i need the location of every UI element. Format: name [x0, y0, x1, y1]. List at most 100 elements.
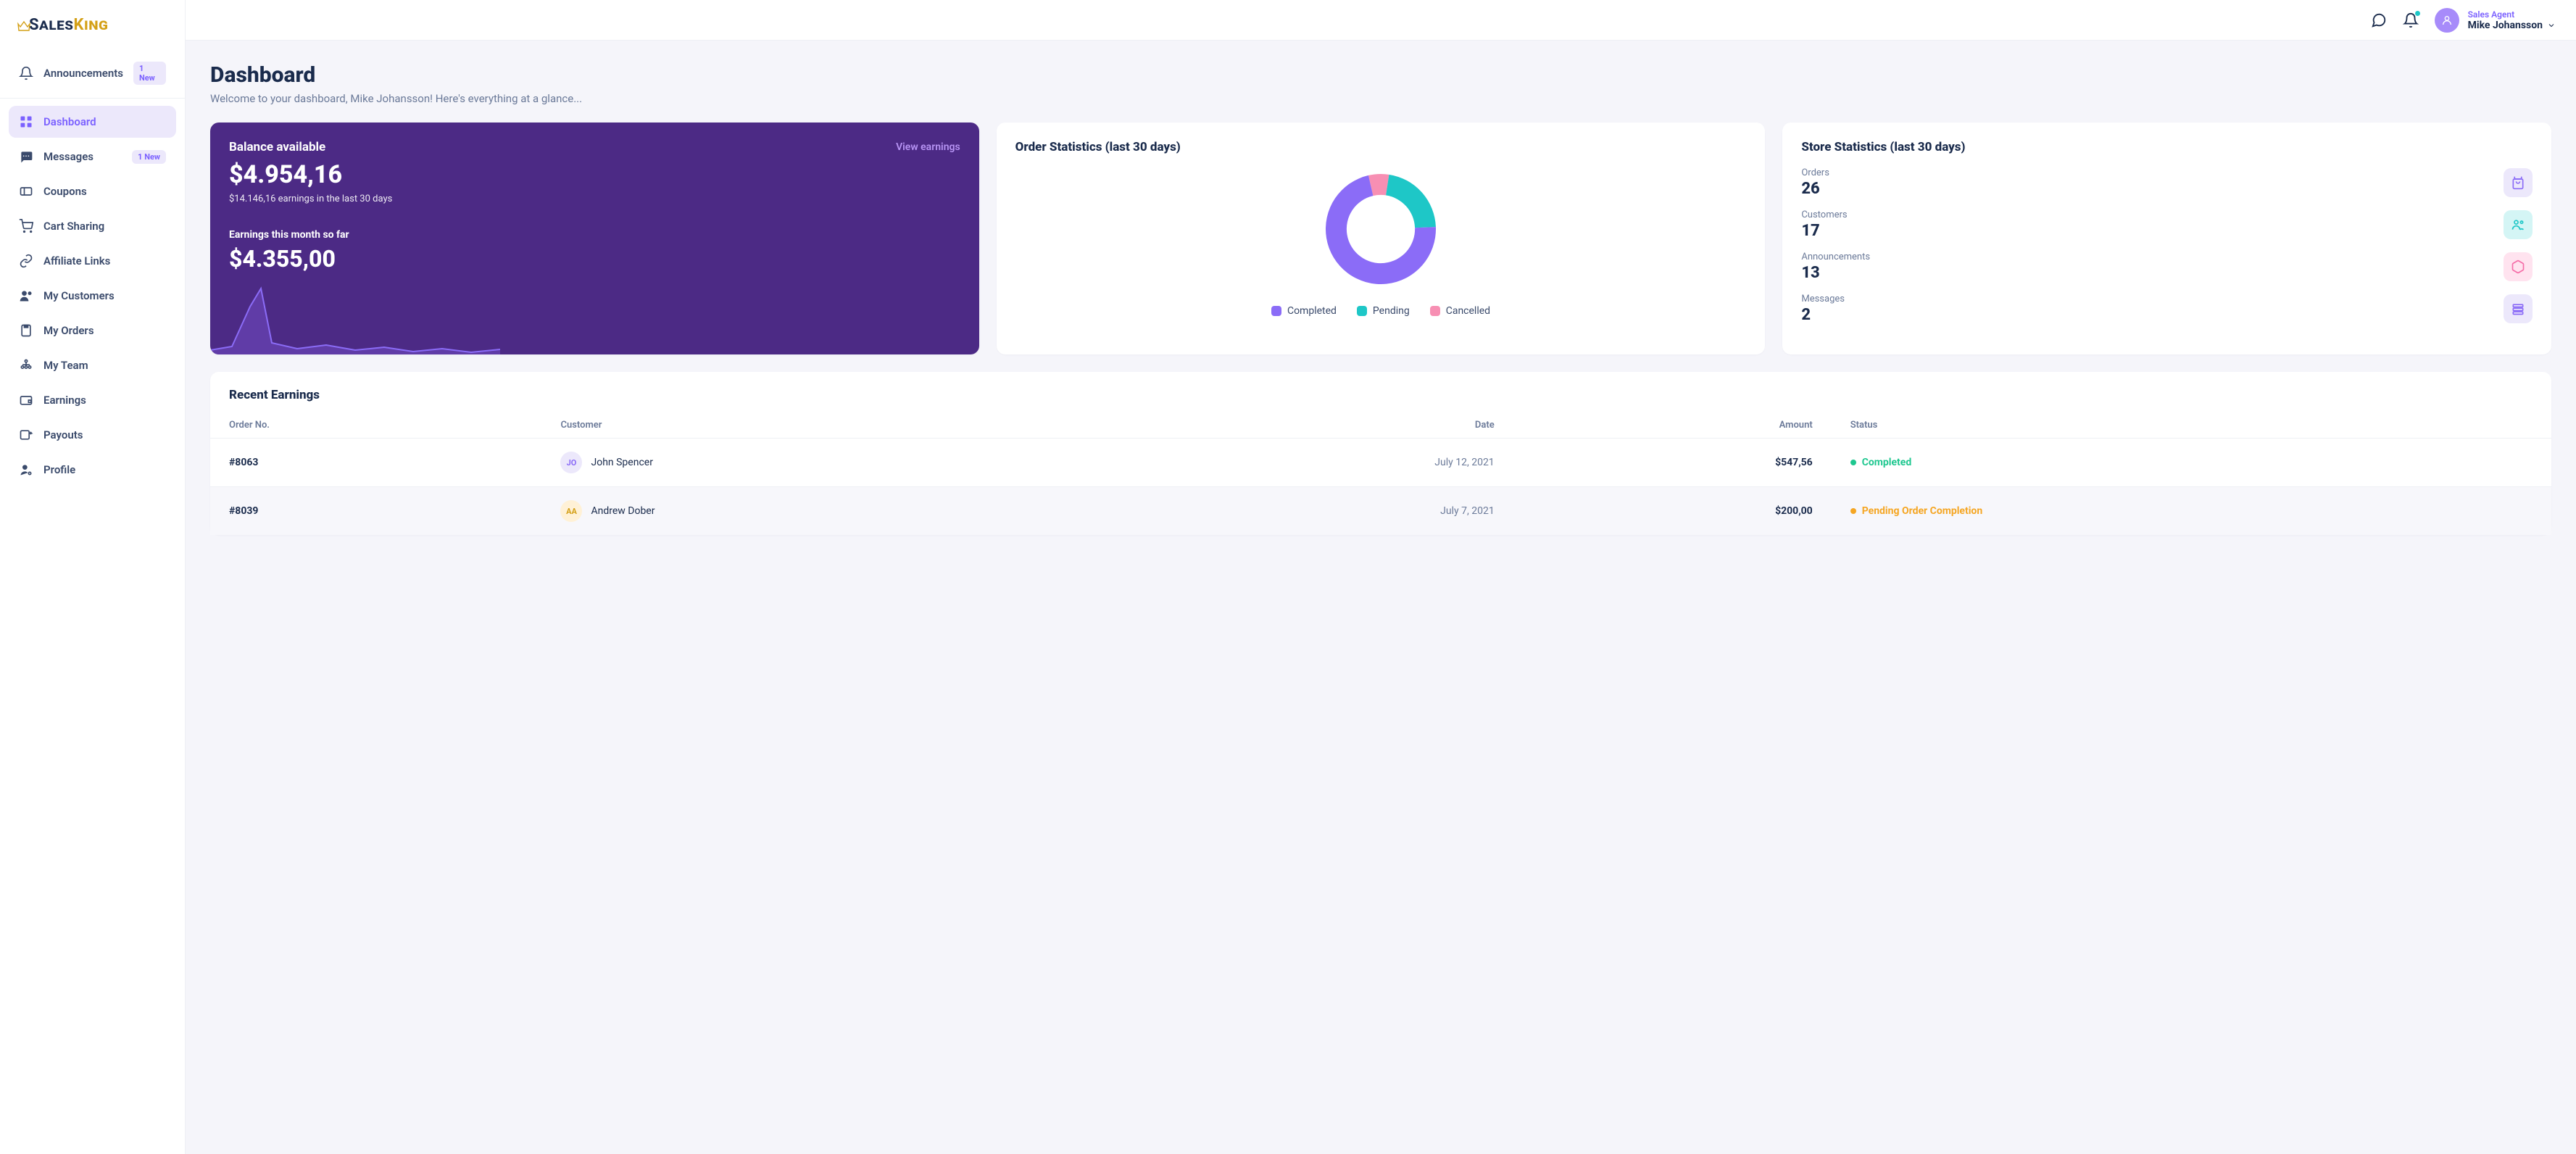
legend-completed: Completed	[1271, 305, 1337, 317]
cart-icon	[19, 219, 33, 233]
sidebar-item-earnings[interactable]: Earnings	[9, 384, 176, 416]
donut-legend: Completed Pending Cancelled	[1271, 305, 1490, 317]
list-icon	[2504, 294, 2533, 323]
avatar-icon	[2435, 8, 2459, 33]
dashboard-cards-row: Balance available View earnings $4.954,1…	[210, 123, 2551, 354]
store-stats-card: Store Statistics (last 30 days) Orders26…	[1782, 123, 2551, 354]
notification-dot-icon	[2415, 11, 2420, 16]
store-stat-row: Orders26	[1801, 167, 2533, 198]
grid-icon	[19, 115, 33, 129]
col-date: Date	[1100, 412, 1513, 439]
sidebar-item-my-customers[interactable]: My Customers	[9, 280, 176, 312]
balance-card: Balance available View earnings $4.954,1…	[210, 123, 979, 354]
ticket-icon	[19, 184, 33, 199]
status-dot-icon	[1850, 508, 1856, 514]
chat-icon	[19, 149, 33, 164]
col-status: Status	[1832, 412, 2551, 439]
month-earnings-amount: $4.355,00	[229, 245, 960, 273]
sidebar-item-label: Dashboard	[43, 115, 96, 128]
balance-amount: $4.954,16	[229, 160, 960, 189]
sidebar-badge: 1 New	[132, 150, 166, 164]
status-label: Completed	[1862, 457, 1912, 468]
topbar: Sales Agent Mike Johansson	[186, 0, 2576, 41]
page-title: Dashboard	[210, 62, 2551, 88]
balance-subtext: $14.146,16 earnings in the last 30 days	[229, 194, 960, 204]
cell-status: Completed	[1832, 439, 2551, 487]
sidebar-item-label: My Team	[43, 359, 88, 372]
cell-amount: $200,00	[1513, 487, 1832, 536]
sidebar-item-label: Earnings	[43, 394, 86, 407]
wallet-icon	[19, 393, 33, 407]
stat-value: 17	[1801, 222, 1847, 240]
crown-icon	[17, 21, 30, 31]
sidebar-item-my-orders[interactable]: My Orders	[9, 315, 176, 346]
sidebar-item-label: Affiliate Links	[43, 254, 110, 267]
stat-label: Messages	[1801, 294, 1845, 304]
sidebar-item-affiliate-links[interactable]: Affiliate Links	[9, 245, 176, 277]
legend-cancelled: Cancelled	[1430, 305, 1490, 317]
stat-label: Announcements	[1801, 252, 1870, 262]
order-stats-card: Order Statistics (last 30 days) Complete…	[997, 123, 1766, 354]
sidebar-item-label: My Customers	[43, 289, 115, 302]
sidebar-nav: Announcements 1 New Dashboard Messages 1…	[0, 47, 185, 494]
store-stat-row: Messages 2	[1801, 294, 2533, 324]
sidebar-item-label: Profile	[43, 463, 75, 476]
sidebar-separator	[0, 98, 185, 99]
cell-order: #8063	[210, 439, 541, 487]
box-icon	[2504, 252, 2533, 281]
status-dot-icon	[1850, 460, 1856, 465]
user-menu[interactable]: Sales Agent Mike Johansson	[2435, 8, 2556, 33]
month-earnings-title: Earnings this month so far	[229, 229, 960, 241]
sidebar-item-label: Payouts	[43, 428, 83, 441]
notifications-topbar-icon[interactable]	[2403, 12, 2419, 28]
stat-label: Orders	[1801, 167, 1829, 178]
recent-earnings-card: Recent Earnings Order No. Customer Date …	[210, 372, 2551, 535]
legend-label: Pending	[1373, 305, 1410, 317]
legend-pending: Pending	[1357, 305, 1410, 317]
sidebar-item-my-team[interactable]: My Team	[9, 349, 176, 381]
cell-status: Pending Order Completion	[1832, 487, 2551, 536]
legend-dot-icon	[1357, 306, 1367, 316]
status-label: Pending Order Completion	[1862, 505, 1982, 517]
customer-name: John Spencer	[591, 457, 652, 468]
main-area: Sales Agent Mike Johansson Dashboard Wel…	[186, 0, 2576, 1154]
col-order: Order No.	[210, 412, 541, 439]
bell-icon	[19, 66, 33, 80]
user-role: Sales Agent	[2468, 9, 2556, 20]
table-row[interactable]: #8039AAAndrew DoberJuly 7, 2021$200,00Pe…	[210, 487, 2551, 536]
sidebar-item-label: Messages	[43, 150, 94, 163]
sidebar-item-announcements[interactable]: Announcements 1 New	[9, 53, 176, 94]
cell-amount: $547,56	[1513, 439, 1832, 487]
page-content: Dashboard Welcome to your dashboard, Mik…	[186, 41, 2576, 557]
view-earnings-link[interactable]: View earnings	[896, 141, 960, 153]
sidebar-item-cart-sharing[interactable]: Cart Sharing	[9, 210, 176, 242]
messages-topbar-icon[interactable]	[2371, 12, 2387, 28]
legend-label: Cancelled	[1446, 305, 1490, 317]
store-stats-title: Store Statistics (last 30 days)	[1801, 140, 2533, 154]
sidebar-item-profile[interactable]: Profile	[9, 454, 176, 486]
chevron-down-icon	[2547, 21, 2556, 30]
link-icon	[19, 254, 33, 268]
shopping-bag-icon	[2504, 168, 2533, 197]
store-stat-row: Announcements 13	[1801, 252, 2533, 282]
table-row[interactable]: #8063JOJohn SpencerJuly 12, 2021$547,56C…	[210, 439, 2551, 487]
sidebar: SalesKing Announcements 1 New Dashboard …	[0, 0, 186, 1154]
user-meta: Sales Agent Mike Johansson	[2468, 9, 2556, 31]
stat-value: 2	[1801, 306, 1845, 324]
page-subtitle: Welcome to your dashboard, Mike Johansso…	[210, 92, 2551, 105]
sidebar-item-messages[interactable]: Messages 1 New	[9, 141, 176, 173]
stat-value: 13	[1801, 264, 1870, 282]
legend-label: Completed	[1287, 305, 1337, 317]
sidebar-item-label: My Orders	[43, 324, 94, 337]
payout-icon	[19, 428, 33, 442]
customer-avatar: AA	[560, 500, 582, 522]
sidebar-item-dashboard[interactable]: Dashboard	[9, 106, 176, 138]
sidebar-item-payouts[interactable]: Payouts	[9, 419, 176, 451]
cell-customer: AA Andrew Dober	[541, 487, 1100, 536]
cell-order: #8039	[210, 487, 541, 536]
sidebar-item-coupons[interactable]: Coupons	[9, 175, 176, 207]
customer-name: Andrew Dober	[591, 505, 655, 517]
cell-date: July 12, 2021	[1100, 439, 1513, 487]
users-icon	[19, 288, 33, 303]
team-icon	[19, 358, 33, 373]
